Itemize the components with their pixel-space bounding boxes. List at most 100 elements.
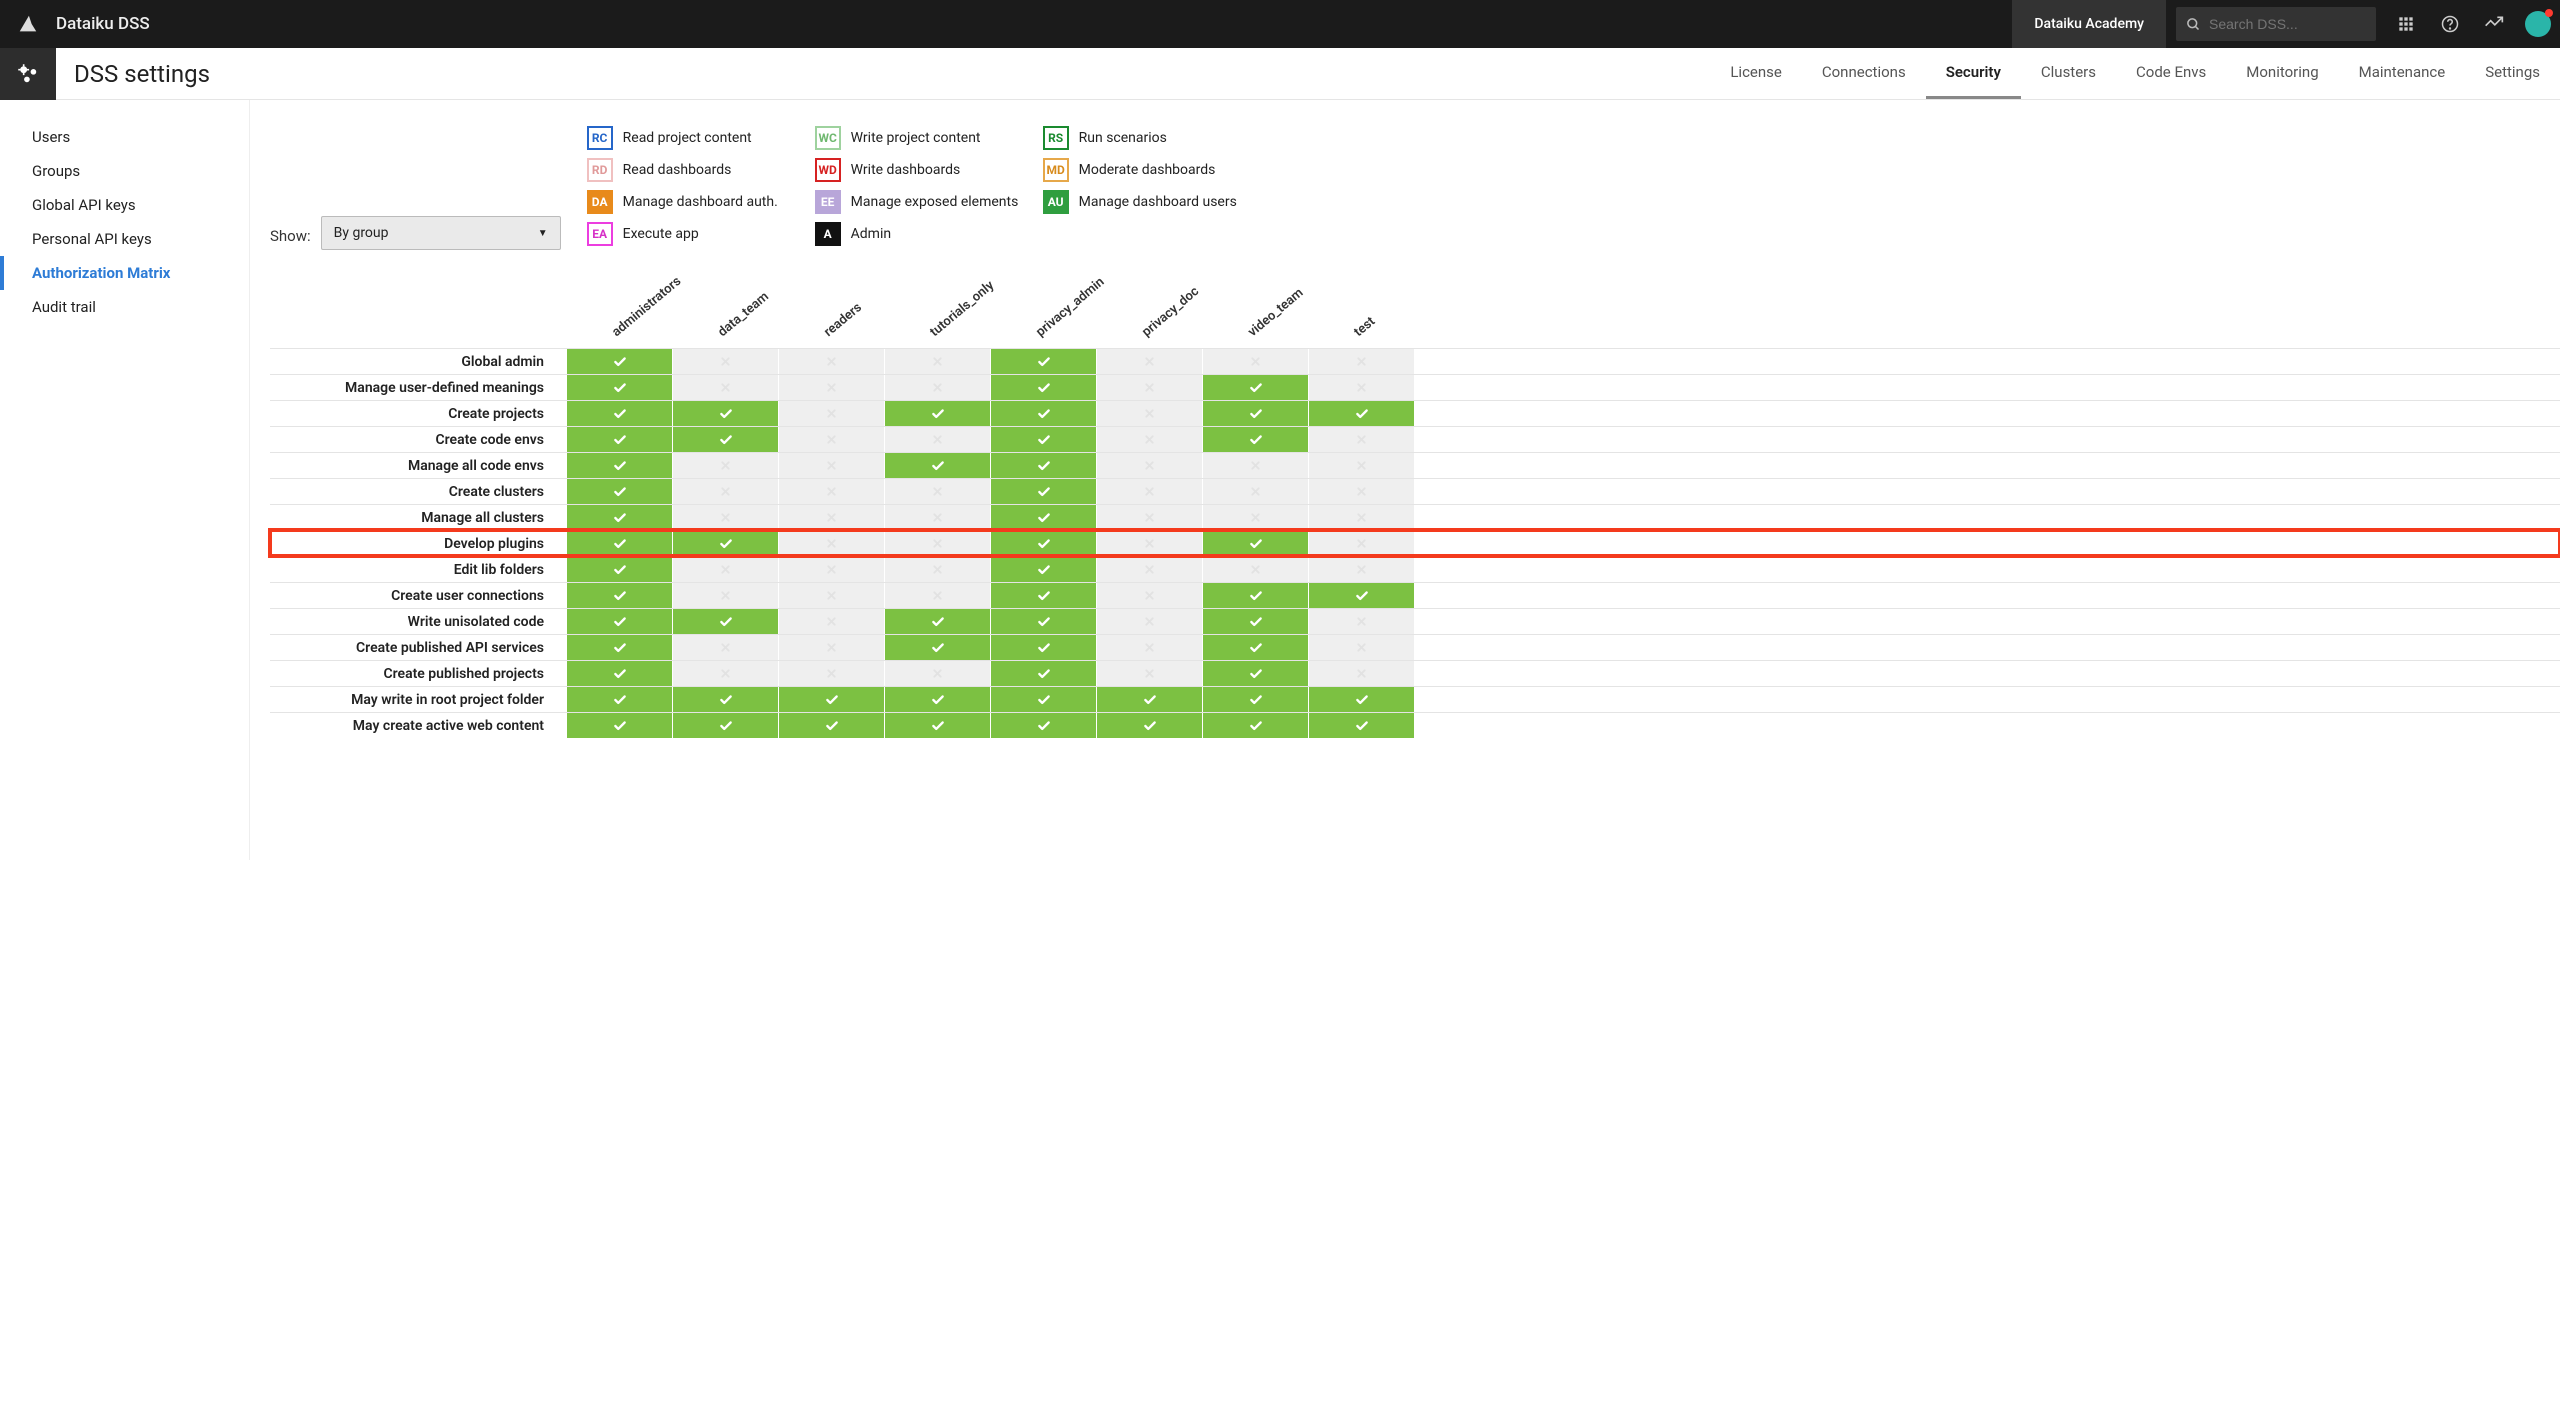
matrix-cell[interactable] (778, 401, 884, 426)
search-box[interactable] (2176, 7, 2376, 41)
matrix-cell[interactable] (884, 635, 990, 660)
matrix-cell[interactable] (1308, 427, 1414, 452)
matrix-cell[interactable] (566, 375, 672, 400)
matrix-cell[interactable] (884, 713, 990, 738)
matrix-cell[interactable] (990, 453, 1096, 478)
matrix-cell[interactable] (884, 427, 990, 452)
apps-icon[interactable] (2384, 0, 2428, 48)
user-avatar[interactable] (2516, 0, 2560, 48)
matrix-cell[interactable] (1308, 349, 1414, 374)
sidebar-item-users[interactable]: Users (0, 120, 249, 154)
matrix-cell[interactable] (1308, 505, 1414, 530)
matrix-cell[interactable] (672, 531, 778, 556)
matrix-cell[interactable] (884, 609, 990, 634)
sidebar-item-personal-api-keys[interactable]: Personal API keys (0, 222, 249, 256)
matrix-cell[interactable] (990, 505, 1096, 530)
matrix-cell[interactable] (1096, 505, 1202, 530)
matrix-cell[interactable] (1202, 375, 1308, 400)
matrix-cell[interactable] (566, 453, 672, 478)
matrix-cell[interactable] (990, 349, 1096, 374)
matrix-cell[interactable] (672, 505, 778, 530)
matrix-cell[interactable] (1096, 349, 1202, 374)
matrix-cell[interactable] (990, 609, 1096, 634)
matrix-cell[interactable] (884, 687, 990, 712)
show-select[interactable]: By group ▼ (321, 216, 561, 250)
tab-security[interactable]: Security (1926, 48, 2021, 99)
tab-license[interactable]: License (1710, 48, 1802, 99)
matrix-cell[interactable] (672, 479, 778, 504)
matrix-cell[interactable] (566, 427, 672, 452)
matrix-cell[interactable] (566, 661, 672, 686)
matrix-cell[interactable] (1096, 687, 1202, 712)
matrix-cell[interactable] (566, 349, 672, 374)
matrix-cell[interactable] (990, 479, 1096, 504)
matrix-cell[interactable] (566, 505, 672, 530)
academy-link[interactable]: Dataiku Academy (2012, 0, 2166, 48)
tab-clusters[interactable]: Clusters (2021, 48, 2116, 99)
matrix-cell[interactable] (566, 479, 672, 504)
matrix-cell[interactable] (884, 583, 990, 608)
matrix-cell[interactable] (1308, 609, 1414, 634)
matrix-cell[interactable] (884, 453, 990, 478)
matrix-cell[interactable] (990, 557, 1096, 582)
matrix-cell[interactable] (1096, 713, 1202, 738)
sidebar-item-audit-trail[interactable]: Audit trail (0, 290, 249, 324)
matrix-cell[interactable] (1202, 505, 1308, 530)
matrix-cell[interactable] (1308, 401, 1414, 426)
matrix-cell[interactable] (990, 713, 1096, 738)
tab-settings[interactable]: Settings (2465, 48, 2560, 99)
matrix-cell[interactable] (778, 349, 884, 374)
matrix-cell[interactable] (566, 635, 672, 660)
matrix-cell[interactable] (672, 713, 778, 738)
matrix-cell[interactable] (990, 375, 1096, 400)
tab-maintenance[interactable]: Maintenance (2339, 48, 2466, 99)
matrix-cell[interactable] (778, 531, 884, 556)
matrix-cell[interactable] (1202, 401, 1308, 426)
tab-connections[interactable]: Connections (1802, 48, 1926, 99)
matrix-cell[interactable] (1308, 661, 1414, 686)
matrix-cell[interactable] (884, 479, 990, 504)
matrix-cell[interactable] (884, 349, 990, 374)
matrix-cell[interactable] (778, 505, 884, 530)
matrix-cell[interactable] (778, 453, 884, 478)
matrix-cell[interactable] (566, 687, 672, 712)
matrix-cell[interactable] (1202, 713, 1308, 738)
matrix-cell[interactable] (1202, 557, 1308, 582)
matrix-cell[interactable] (672, 453, 778, 478)
matrix-cell[interactable] (566, 713, 672, 738)
tab-monitoring[interactable]: Monitoring (2226, 48, 2338, 99)
matrix-cell[interactable] (672, 687, 778, 712)
matrix-cell[interactable] (1096, 635, 1202, 660)
matrix-cell[interactable] (672, 661, 778, 686)
matrix-cell[interactable] (778, 479, 884, 504)
matrix-cell[interactable] (1308, 713, 1414, 738)
matrix-cell[interactable] (672, 557, 778, 582)
sidebar-item-groups[interactable]: Groups (0, 154, 249, 188)
matrix-cell[interactable] (1202, 349, 1308, 374)
matrix-cell[interactable] (1202, 479, 1308, 504)
matrix-cell[interactable] (884, 401, 990, 426)
matrix-cell[interactable] (672, 349, 778, 374)
matrix-cell[interactable] (1202, 661, 1308, 686)
matrix-cell[interactable] (672, 635, 778, 660)
matrix-cell[interactable] (1202, 531, 1308, 556)
search-input[interactable] (2209, 16, 2366, 32)
sidebar-item-global-api-keys[interactable]: Global API keys (0, 188, 249, 222)
matrix-cell[interactable] (778, 713, 884, 738)
matrix-cell[interactable] (1308, 375, 1414, 400)
matrix-cell[interactable] (1308, 479, 1414, 504)
matrix-cell[interactable] (1202, 609, 1308, 634)
matrix-cell[interactable] (1308, 557, 1414, 582)
matrix-cell[interactable] (566, 531, 672, 556)
matrix-cell[interactable] (1096, 453, 1202, 478)
matrix-cell[interactable] (566, 583, 672, 608)
matrix-cell[interactable] (1096, 661, 1202, 686)
matrix-cell[interactable] (1202, 427, 1308, 452)
sidebar-item-authorization-matrix[interactable]: Authorization Matrix (0, 256, 249, 290)
activity-icon[interactable] (2472, 0, 2516, 48)
matrix-cell[interactable] (990, 687, 1096, 712)
matrix-cell[interactable] (884, 505, 990, 530)
matrix-cell[interactable] (672, 401, 778, 426)
matrix-cell[interactable] (1308, 453, 1414, 478)
matrix-cell[interactable] (1096, 479, 1202, 504)
